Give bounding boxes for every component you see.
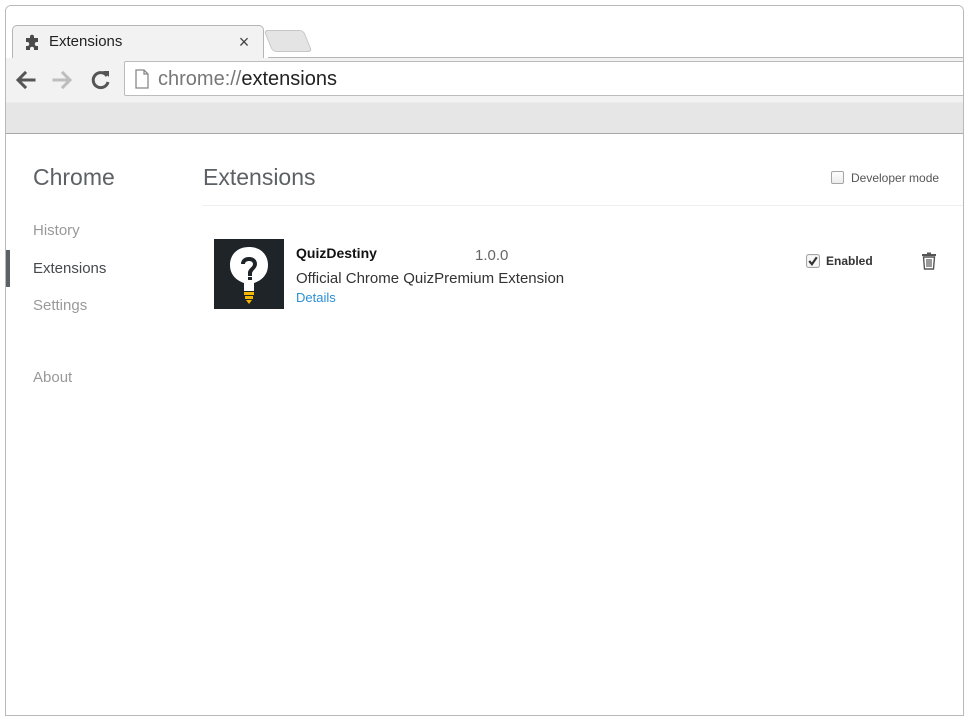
extension-item: QuizDestiny 1.0.0 Official Chrome QuizPr… — [203, 235, 963, 315]
main-panel: Extensions Developer mode QuizDestiny 1.… — [203, 135, 963, 715]
new-tab-button[interactable] — [263, 30, 313, 52]
browser-window: Extensions × chrome://extensions Chrome … — [5, 5, 964, 716]
trash-icon[interactable] — [921, 252, 937, 270]
address-bar[interactable]: chrome://extensions — [124, 61, 963, 96]
toolbar: chrome://extensions — [6, 58, 963, 134]
extension-name: QuizDestiny — [296, 245, 377, 261]
close-tab-icon[interactable]: × — [236, 32, 252, 52]
sidebar-item-history[interactable]: History — [33, 221, 80, 241]
page-icon — [135, 69, 149, 89]
sidebar-item-extensions[interactable]: Extensions — [33, 259, 106, 279]
selected-item-marker — [6, 250, 10, 287]
tab-title: Extensions — [49, 33, 123, 50]
arrow-left-icon[interactable] — [12, 67, 38, 93]
header-divider — [203, 205, 963, 206]
details-link[interactable]: Details — [296, 290, 336, 306]
page-content: Chrome History Extensions Settings About… — [6, 135, 963, 715]
reload-icon[interactable] — [88, 67, 114, 93]
sidebar: Chrome History Extensions Settings About — [6, 135, 186, 715]
url-scheme: chrome:// — [158, 68, 242, 90]
developer-mode-label: Developer mode — [851, 171, 940, 185]
enabled-label: Enabled — [826, 254, 873, 268]
sidebar-item-settings[interactable]: Settings — [33, 296, 87, 316]
sidebar-title: Chrome — [33, 164, 115, 190]
url-path: extensions — [241, 68, 337, 90]
page-title: Extensions — [203, 164, 316, 190]
enabled-checkbox[interactable] — [806, 254, 820, 268]
extension-description: Official Chrome QuizPremium Extension — [296, 270, 565, 287]
tab-strip: Extensions × — [6, 6, 963, 59]
puzzle-piece-icon — [26, 34, 38, 50]
arrow-right-icon[interactable] — [50, 67, 76, 93]
extension-version: 1.0.0 — [475, 247, 509, 264]
developer-mode-checkbox[interactable] — [831, 171, 844, 184]
url-text: chrome://extensions — [158, 67, 337, 91]
question-bulb-icon — [214, 239, 284, 309]
sidebar-item-about[interactable]: About — [33, 368, 72, 388]
